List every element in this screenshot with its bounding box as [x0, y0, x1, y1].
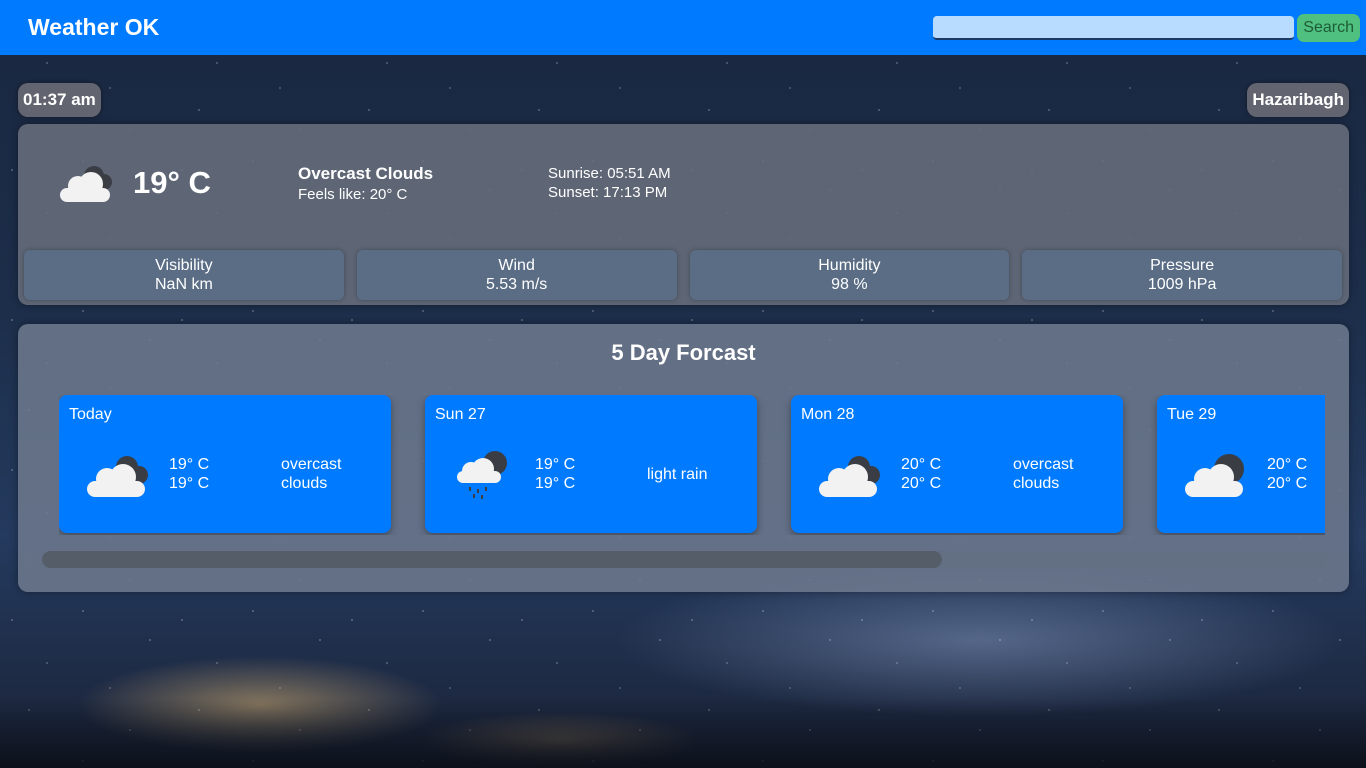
forecast-condition: overcast clouds — [281, 456, 342, 492]
stat-label: Pressure — [1150, 257, 1215, 274]
forecast-day: Today — [69, 406, 112, 423]
current-time-badge: 01:37 am — [18, 83, 101, 117]
temp-max: 19° C — [535, 456, 576, 473]
stat-label: Humidity — [818, 257, 881, 274]
stat-value: 1009 hPa — [1147, 276, 1217, 293]
stat-value: 5.53 m/s — [485, 276, 548, 293]
scrollbar-thumb[interactable] — [42, 551, 942, 568]
forecast-scroller[interactable]: Today 19° C 19° C overcast clouds Sun 27 — [59, 395, 1325, 535]
forecast-title: 5 Day Forcast — [611, 340, 756, 365]
forecast-temps: 20° C 20° C — [1267, 455, 1307, 493]
temp-max: 20° C — [901, 456, 942, 473]
forecast-card-mon: Mon 28 20° C 20° C overcast clouds — [791, 395, 1123, 533]
forecast-day: Mon 28 — [801, 406, 855, 423]
landscape-silhouette — [0, 698, 1366, 768]
stat-humidity: Humidity 98 % — [689, 250, 1010, 300]
broken-clouds-icon — [1185, 454, 1244, 497]
forecast-card-tue: Tue 29 20° C 20° C — [1157, 395, 1325, 533]
weather-stats: Visibility NaN km Wind 5.53 m/s Humidity… — [24, 250, 1342, 300]
search-form: Search — [933, 13, 1360, 42]
stat-label: Visibility — [155, 257, 213, 274]
temp-min: 19° C — [169, 475, 210, 492]
forecast-day: Tue 29 — [1167, 406, 1217, 423]
forecast-temps: 20° C 20° C — [901, 455, 941, 493]
stat-wind: Wind 5.53 m/s — [356, 250, 677, 300]
forecast-panel: 5 Day Forcast Today 19° C 19° C overcast… — [18, 324, 1349, 592]
top-navbar: Weather OK Search — [0, 0, 1366, 55]
forecast-condition: overcast clouds — [1013, 456, 1074, 492]
current-weather-card: 19° C Overcast Clouds Feels like: 20° C … — [18, 124, 1349, 305]
light-rain-icon — [457, 451, 507, 499]
temp-min: 20° C — [1267, 475, 1308, 492]
stat-visibility: Visibility NaN km — [24, 250, 344, 300]
temp-max: 20° C — [1267, 456, 1308, 473]
forecast-card-today: Today 19° C 19° C overcast clouds — [59, 395, 391, 533]
forecast-card-sun: Sun 27 19° C 19° C light rain — [425, 395, 757, 533]
forecast-temps: 19° C 19° C — [169, 455, 209, 493]
sun-times: Sunrise: 05:51 AM Sunset: 17:13 PM — [548, 164, 671, 202]
temp-max: 19° C — [169, 456, 210, 473]
location-badge: Hazaribagh — [1247, 83, 1349, 117]
stat-value: 98 % — [831, 276, 868, 293]
search-button[interactable]: Search — [1297, 13, 1360, 42]
forecast-condition: light rain — [647, 466, 708, 483]
current-temperature: 19° C — [133, 165, 211, 200]
overcast-clouds-icon — [60, 166, 112, 202]
brand-title[interactable]: Weather OK — [28, 14, 159, 41]
forecast-day: Sun 27 — [435, 406, 486, 423]
forecast-scrollbar[interactable] — [42, 551, 1327, 568]
current-condition: Overcast Clouds — [298, 164, 434, 183]
forecast-temps: 19° C 19° C — [535, 455, 575, 493]
overcast-clouds-icon — [87, 456, 148, 497]
temp-min: 20° C — [901, 475, 942, 492]
feels-like: Feels like: 20° C — [298, 186, 408, 203]
overcast-clouds-icon — [819, 456, 880, 497]
stat-value: NaN km — [154, 276, 213, 293]
search-input[interactable] — [933, 15, 1295, 40]
stat-label: Wind — [498, 257, 535, 274]
sunset-time: Sunset: 17:13 PM — [548, 184, 668, 201]
stat-pressure: Pressure 1009 hPa — [1022, 250, 1342, 300]
sunrise-time: Sunrise: 05:51 AM — [548, 165, 671, 182]
temp-min: 19° C — [535, 475, 576, 492]
